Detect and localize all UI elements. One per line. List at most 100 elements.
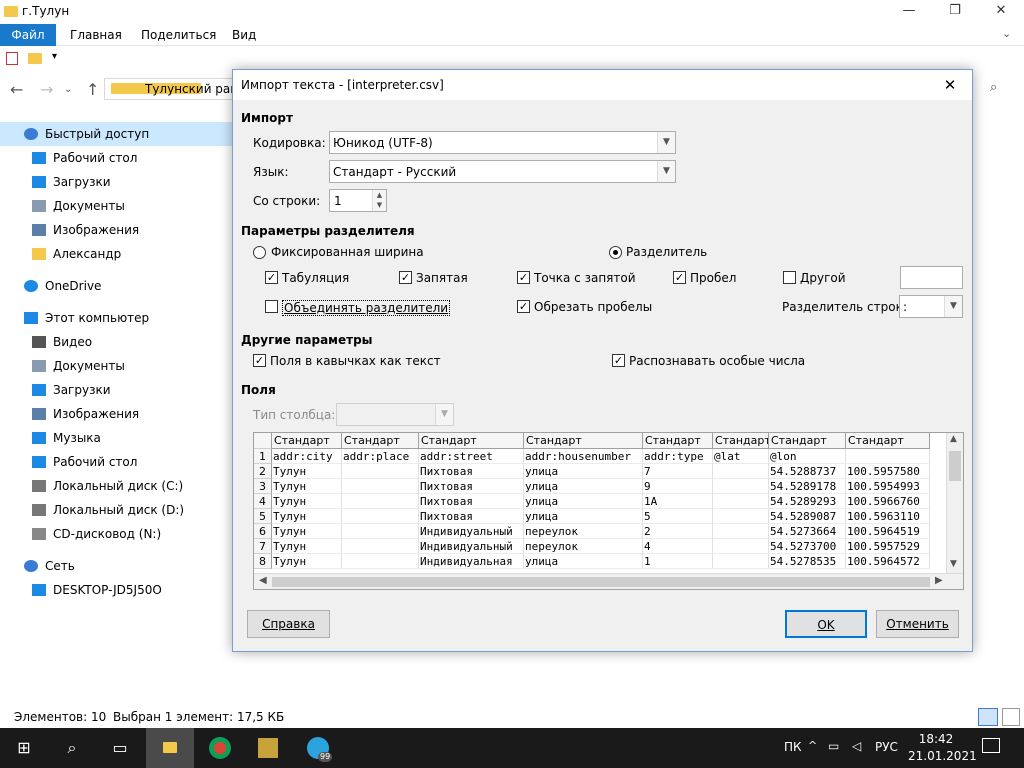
chrome-icon[interactable] — [196, 728, 244, 768]
column-type-header[interactable]: Стандарт — [846, 433, 930, 449]
other-checkbox[interactable] — [783, 271, 796, 284]
grid-cell: Тулун — [272, 524, 342, 539]
column-type-header[interactable]: Стандарт — [342, 433, 419, 449]
forward-icon[interactable]: → — [40, 80, 53, 99]
sidebar-item[interactable]: Загрузки — [0, 378, 232, 402]
scroll-right-icon[interactable]: ▶ — [935, 575, 943, 586]
close-icon[interactable]: ✕ — [928, 70, 972, 100]
close-icon[interactable]: ✕ — [978, 0, 1024, 24]
help-button[interactable]: Справка — [247, 610, 330, 638]
encoding-select[interactable]: Юникод (UTF-8) ▼ — [329, 131, 676, 154]
restore-icon[interactable]: ❐ — [932, 0, 978, 24]
from-row-spinner[interactable]: 1 ▲ ▼ — [329, 189, 387, 212]
cancel-button[interactable]: Отменить — [876, 610, 959, 638]
special-numbers-checkbox[interactable]: ✓ — [612, 354, 625, 367]
tray-chevron-icon[interactable]: ^ — [808, 739, 817, 752]
column-type-header[interactable]: Стандарт — [272, 433, 342, 449]
details-view-icon[interactable] — [978, 708, 998, 726]
network-icon[interactable]: ▭ — [828, 739, 839, 753]
sidebar-item[interactable]: Музыка — [0, 426, 232, 450]
scroll-thumb[interactable] — [949, 451, 961, 481]
scroll-down-icon[interactable]: ▼ — [950, 559, 957, 569]
sidebar-item[interactable]: Изображения — [0, 402, 232, 426]
sidebar-item[interactable]: OneDrive — [0, 274, 232, 298]
column-type-header[interactable]: Стандарт — [643, 433, 713, 449]
tab-checkbox[interactable]: ✓ — [265, 271, 278, 284]
sidebar-item[interactable]: Изображения — [0, 218, 232, 242]
new-folder-icon[interactable] — [28, 53, 42, 64]
clock-date[interactable]: 21.01.2021 — [908, 749, 977, 763]
task-view-icon[interactable]: ▭ — [96, 728, 144, 768]
column-type-select[interactable]: ▼ — [336, 403, 454, 426]
sidebar-item[interactable]: Загрузки — [0, 170, 232, 194]
sidebar-item[interactable]: Сеть — [0, 554, 232, 578]
explorer-taskbar-icon[interactable] — [146, 728, 194, 768]
tiles-view-icon[interactable] — [1002, 708, 1020, 726]
space-checkbox[interactable]: ✓ — [673, 271, 686, 284]
column-type-header[interactable]: Стандарт — [769, 433, 846, 449]
sidebar-item[interactable]: Локальный диск (D:) — [0, 498, 232, 522]
input-indicator[interactable]: ПК — [784, 740, 802, 754]
scroll-thumb-horizontal[interactable] — [272, 577, 930, 587]
grid-cell — [342, 539, 419, 554]
sidebar-item[interactable]: CD-дисковод (N:) — [0, 522, 232, 546]
column-type-header[interactable]: Стандарт — [713, 433, 769, 449]
search-icon[interactable]: ⌕ — [48, 728, 96, 768]
telegram-badge: 99 — [318, 752, 333, 762]
start-icon[interactable]: ⊞ — [0, 728, 48, 768]
sidebar-item[interactable]: Александр — [0, 242, 232, 266]
language-indicator[interactable]: РУС — [875, 740, 898, 754]
tab-view[interactable]: Вид — [220, 24, 268, 46]
vertical-scrollbar[interactable]: ▲ ▼ — [946, 433, 963, 573]
notifications-icon[interactable] — [982, 738, 1000, 753]
sidebar-item[interactable]: Этот компьютер — [0, 306, 232, 330]
search-icon[interactable]: ⌕ — [990, 80, 997, 95]
row-number: 3 — [254, 479, 272, 494]
tab-file[interactable]: Файл — [0, 24, 56, 46]
pictures-icon — [32, 408, 46, 420]
quoted-checkbox[interactable]: ✓ — [253, 354, 266, 367]
spinner-arrows-icon[interactable]: ▲ ▼ — [372, 190, 386, 211]
qat-dropdown-icon[interactable]: ▾ — [52, 51, 57, 62]
scroll-left-icon[interactable]: ◀ — [259, 575, 267, 586]
app-icon[interactable] — [244, 728, 292, 768]
address-bar[interactable]: Тулунский райо — [104, 78, 235, 100]
fixed-width-radio[interactable] — [253, 246, 266, 259]
sidebar-item[interactable]: Быстрый доступ — [0, 122, 232, 146]
column-type-header[interactable]: Стандарт — [419, 433, 524, 449]
back-icon[interactable]: ← — [10, 80, 23, 99]
sidebar-item-label: Быстрый доступ — [45, 127, 150, 141]
sidebar-item[interactable]: Локальный диск (C:) — [0, 474, 232, 498]
column-type-header[interactable]: Стандарт — [524, 433, 643, 449]
sidebar-item[interactable]: DESKTOP-JD5J50O — [0, 578, 232, 602]
grid-cell: addr:housenumber — [524, 449, 643, 464]
other-separator-input[interactable] — [900, 266, 963, 289]
string-delimiter-select[interactable]: : ▼ — [899, 295, 963, 318]
recent-dropdown-icon[interactable]: ⌄ — [64, 84, 72, 95]
computer-icon — [32, 584, 46, 596]
sidebar-item[interactable]: Видео — [0, 330, 232, 354]
properties-icon[interactable] — [6, 52, 18, 65]
scroll-up-icon[interactable]: ▲ — [950, 434, 957, 444]
separated-radio[interactable] — [609, 246, 622, 259]
language-select[interactable]: Стандарт - Русский ▼ — [329, 160, 676, 183]
ok-button[interactable]: OK — [785, 610, 867, 638]
up-icon[interactable]: ↑ — [86, 80, 99, 99]
horizontal-scrollbar[interactable]: ◀ ▶ — [254, 573, 963, 589]
tab-share[interactable]: Поделиться — [129, 24, 228, 46]
sidebar-item[interactable]: Рабочий стол — [0, 146, 232, 170]
sidebar-item[interactable]: Рабочий стол — [0, 450, 232, 474]
semicolon-checkbox[interactable]: ✓ — [517, 271, 530, 284]
minimize-icon[interactable]: — — [886, 0, 932, 24]
merge-checkbox[interactable] — [265, 300, 278, 313]
telegram-icon[interactable]: 99 — [294, 728, 342, 768]
comma-checkbox[interactable]: ✓ — [399, 271, 412, 284]
preview-grid[interactable]: Стандарт Стандарт Стандарт Стандарт Стандарт… — [253, 432, 964, 590]
clock-time[interactable]: 18:42 — [910, 732, 962, 746]
trim-checkbox[interactable]: ✓ — [517, 300, 530, 313]
sidebar-item[interactable]: Документы — [0, 354, 232, 378]
sidebar-item[interactable]: Документы — [0, 194, 232, 218]
tab-home[interactable]: Главная — [58, 24, 134, 46]
ribbon-expand-icon[interactable]: ⌄ — [1002, 27, 1011, 40]
volume-icon[interactable]: ◁ — [852, 739, 861, 753]
